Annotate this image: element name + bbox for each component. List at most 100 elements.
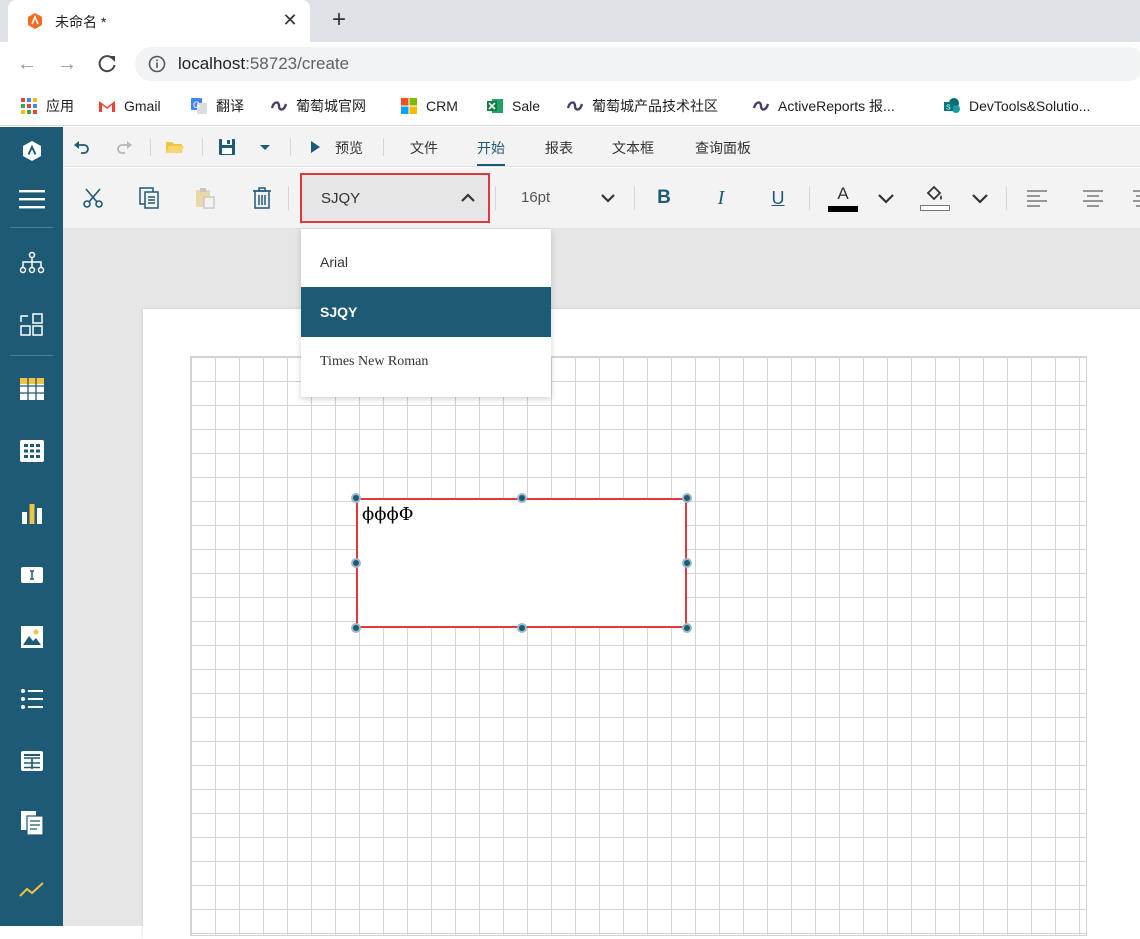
url-path: :58723/create (245, 54, 350, 73)
chart-icon[interactable] (0, 493, 63, 533)
bookmark-translate[interactable]: G 翻译 (190, 96, 244, 116)
site-info-icon[interactable] (148, 55, 166, 73)
designer-sidebar (0, 127, 63, 926)
font-option-sjqy[interactable]: SJQY (301, 287, 551, 337)
apps-grid-icon (21, 98, 37, 114)
bookmark-gmail[interactable]: Gmail (98, 96, 161, 116)
bookmark-label: 葡萄城官网 (296, 98, 366, 114)
font-option-arial[interactable]: Arial (301, 237, 551, 287)
tab-report[interactable]: 报表 (545, 138, 573, 158)
cut-icon[interactable] (81, 186, 105, 210)
report-page[interactable]: ϕϕϕΦ (143, 309, 1140, 939)
excel-icon (487, 99, 503, 113)
save-options-chevron-icon[interactable] (255, 137, 275, 157)
font-family-select[interactable]: SJQY (300, 173, 490, 223)
bookmark-sale[interactable]: Sale (486, 96, 540, 116)
microsoft-icon (401, 98, 417, 114)
redo-icon[interactable] (114, 137, 134, 157)
copy-icon[interactable] (137, 186, 161, 210)
new-tab-icon[interactable]: + (325, 6, 353, 34)
menu-icon[interactable] (0, 179, 63, 219)
translate-icon: G (191, 98, 207, 114)
font-size-select[interactable]: 16pt (508, 181, 628, 215)
paste-icon[interactable] (193, 186, 217, 210)
resize-handle-bottom[interactable] (517, 623, 527, 633)
font-color-swatch (828, 205, 858, 212)
font-size-value: 16pt (521, 189, 551, 206)
selected-textbox[interactable]: ϕϕϕΦ (356, 498, 687, 628)
resize-handle-top-right[interactable] (682, 493, 692, 503)
chevron-down-icon[interactable] (874, 186, 898, 210)
tab-title: 未命名 * (55, 14, 107, 30)
align-center-icon[interactable] (1081, 186, 1105, 210)
toolbar-divider (288, 186, 289, 210)
sparkline-icon[interactable] (0, 869, 63, 909)
components-icon[interactable] (0, 305, 63, 345)
align-right-icon[interactable] (1133, 186, 1140, 210)
bookmark-activereports[interactable]: ActiveReports 报... (752, 96, 895, 116)
list-icon[interactable] (0, 679, 63, 719)
open-folder-icon[interactable] (164, 137, 184, 157)
subreport-icon[interactable] (0, 803, 63, 843)
address-bar-row: ← → localhost:58723/create (0, 42, 1140, 86)
forward-icon[interactable]: → (55, 52, 79, 76)
bookmark-label: Sale (512, 98, 541, 114)
sharepoint-icon: S (944, 98, 960, 113)
chevron-down-icon (601, 194, 615, 203)
resize-handle-right[interactable] (682, 558, 692, 568)
delete-icon[interactable] (250, 186, 274, 210)
bookmark-grapecity-community[interactable]: 葡萄城产品技术社区 (566, 96, 718, 116)
font-option-times-new-roman[interactable]: Times New Roman (301, 337, 551, 387)
fill-color-button[interactable] (919, 181, 951, 213)
gmail-icon (99, 101, 115, 112)
save-icon[interactable] (217, 137, 237, 157)
design-canvas[interactable]: ϕϕϕΦ (63, 229, 1140, 939)
reload-icon[interactable] (96, 53, 118, 75)
italic-button[interactable]: I (709, 186, 733, 210)
bookmark-crm[interactable]: CRM (400, 96, 458, 116)
resize-handle-bottom-left[interactable] (351, 623, 361, 633)
chevron-down-icon[interactable] (968, 186, 992, 210)
resize-handle-top[interactable] (517, 493, 527, 503)
font-color-button[interactable]: A (827, 182, 859, 214)
image-icon[interactable] (0, 617, 63, 657)
data-tree-icon[interactable] (0, 243, 63, 283)
url-input[interactable]: localhost:58723/create (135, 47, 1140, 81)
menubar-divider (383, 138, 384, 156)
url-text: localhost:58723/create (178, 54, 349, 74)
tab-query-panel[interactable]: 查询面板 (695, 138, 751, 158)
underline-button[interactable]: U (766, 186, 790, 210)
bookmark-label: DevTools&Solutio... (969, 98, 1091, 114)
resize-handle-top-left[interactable] (351, 493, 361, 503)
grapecity-icon (270, 101, 288, 111)
tablix-icon[interactable] (0, 741, 63, 781)
bookmark-devtools[interactable]: S DevTools&Solutio... (943, 96, 1090, 116)
browser-tab[interactable]: 未命名 * ✕ (8, 0, 310, 42)
back-icon[interactable]: ← (15, 52, 39, 76)
grapecity-icon (752, 101, 770, 111)
undo-icon[interactable] (72, 137, 92, 157)
tab-home[interactable]: 开始 (477, 138, 505, 166)
matrix-icon[interactable] (0, 431, 63, 471)
align-left-icon[interactable] (1025, 186, 1049, 210)
tab-textbox[interactable]: 文本框 (612, 138, 654, 158)
bookmark-label: 应用 (46, 98, 74, 114)
bookmark-grapecity[interactable]: 葡萄城官网 (270, 96, 366, 116)
tab-file[interactable]: 文件 (410, 138, 438, 158)
preview-button[interactable]: 预览 (335, 138, 363, 158)
paint-bucket-icon (926, 185, 942, 201)
close-tab-icon[interactable]: ✕ (278, 8, 302, 32)
textbox-content[interactable]: ϕϕϕΦ (362, 504, 414, 525)
bold-button[interactable]: B (652, 186, 676, 210)
resize-handle-bottom-right[interactable] (682, 623, 692, 633)
bookmark-label: 葡萄城产品技术社区 (592, 98, 718, 114)
bookmark-apps[interactable]: 应用 (20, 96, 74, 116)
resize-handle-left[interactable] (351, 558, 361, 568)
app-logo-icon (0, 131, 63, 171)
textbox-tool-icon[interactable] (0, 555, 63, 595)
bookmark-label: 翻译 (216, 98, 244, 114)
table-icon[interactable] (0, 369, 63, 409)
design-grid: ϕϕϕΦ (190, 356, 1087, 936)
toolbar-divider (634, 186, 635, 210)
preview-play-icon[interactable] (305, 137, 325, 157)
